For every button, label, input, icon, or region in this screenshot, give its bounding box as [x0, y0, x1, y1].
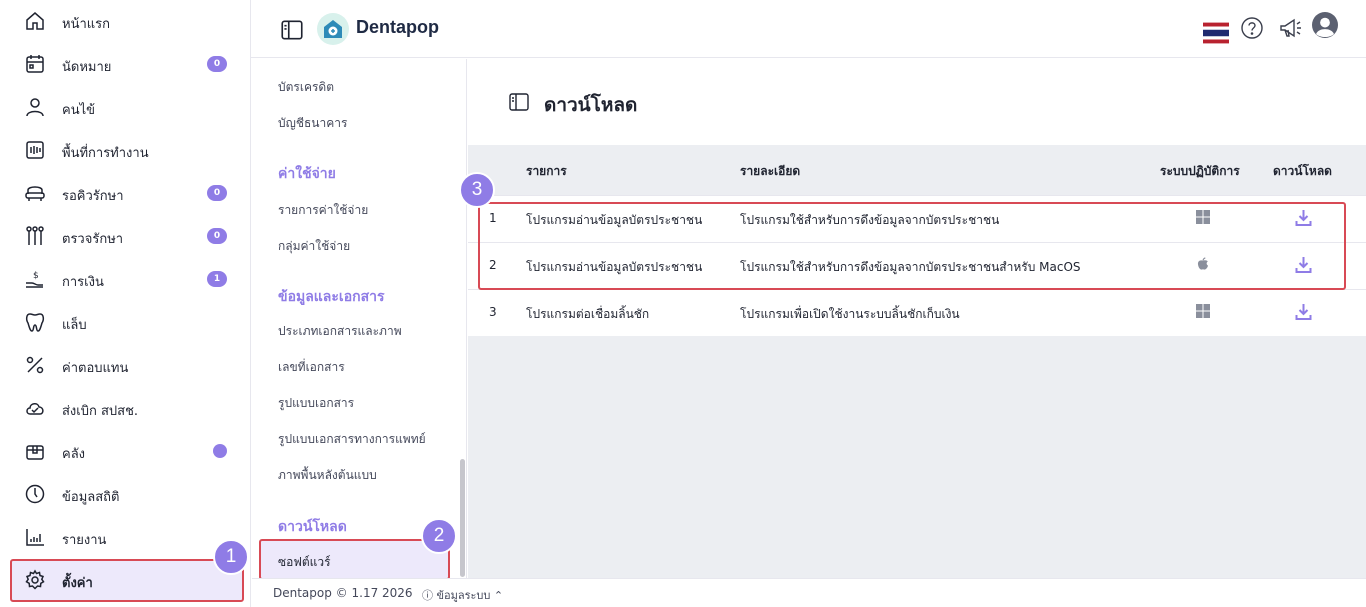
submenu-item-background-template[interactable]: ภาพพื้นหลังต้นแบบ — [278, 466, 377, 485]
top-bar: Dentapop — [251, 0, 1366, 58]
status-dot — [213, 444, 227, 458]
tooth-icon — [24, 311, 46, 333]
box-icon — [24, 440, 46, 462]
sidebar-item-queue[interactable]: รอคิวรักษา 0 — [10, 172, 244, 215]
sidebar-item-finance[interactable]: $ การเงิน 1 — [10, 258, 244, 301]
sidebar-item-nhso[interactable]: ส่งเบิก สปสช. — [10, 387, 244, 430]
sidebar-item-statistics[interactable]: ข้อมูลสถิติ — [10, 473, 244, 516]
page-title: ดาวน์โหลด — [544, 94, 638, 116]
column-header-download: ดาวน์โหลด — [1273, 164, 1332, 178]
table-row: 3 โปรแกรมต่อเชื่อมลิ้นชัก โปรแกรมเพื่อเป… — [468, 289, 1366, 336]
main-header: ดาวน์โหลด — [468, 59, 1366, 145]
sidebar-item-patients[interactable]: คนไข้ — [10, 86, 244, 129]
dental-chair-icon — [24, 182, 46, 204]
cloud-check-icon — [24, 397, 46, 419]
sidebar-item-label: คนไข้ — [62, 103, 96, 118]
sidebar-item-commission[interactable]: ค่าตอบแทน — [10, 344, 244, 387]
count-badge: 1 — [207, 271, 227, 287]
sidebar: หน้าแรก นัดหมาย 0 คนไข้ พื้นที่การทำงาน … — [0, 0, 251, 607]
sidebar-item-inventory[interactable]: คลัง — [10, 430, 244, 473]
table-header: รายการ รายละเอียด ระบบปฏิบัติการ ดาวน์โห… — [468, 145, 1366, 195]
submenu-section-download: ดาวน์โหลด — [278, 519, 347, 535]
sidebar-item-label: รอคิวรักษา — [62, 189, 124, 204]
workspace-icon — [24, 139, 46, 161]
submenu-section-expenses: ค่าใช้จ่าย — [278, 166, 336, 182]
footer: Dentapop © 1.17 2026 ⓘ ข้อมูลระบบ ⌃ — [252, 578, 1366, 607]
help-icon[interactable] — [1239, 15, 1265, 41]
sidebar-item-reports[interactable]: รายงาน — [10, 516, 244, 559]
sidebar-item-label: ข้อมูลสถิติ — [62, 490, 120, 505]
gauge-icon — [24, 483, 46, 505]
submenu-item-document-number[interactable]: เลขที่เอกสาร — [278, 358, 345, 377]
submenu-item-label: ซอฟต์แวร์ — [278, 555, 331, 569]
sidebar-item-treatment[interactable]: ตรวจรักษา 0 — [10, 215, 244, 258]
dental-tools-icon — [24, 225, 46, 247]
settings-submenu: บัตรเครดิต บัญชีธนาคาร ค่าใช้จ่าย รายการ… — [252, 59, 467, 578]
submenu-item-bank-account[interactable]: บัญชีธนาคาร — [278, 114, 347, 133]
highlight-box — [478, 202, 1346, 290]
sidebar-item-workspace[interactable]: พื้นที่การทำงาน — [10, 129, 244, 172]
row-name: โปรแกรมต่อเชื่อมลิ้นชัก — [526, 307, 650, 321]
submenu-item-expense-list[interactable]: รายการค่าใช้จ่าย — [278, 201, 368, 220]
person-icon — [24, 96, 46, 118]
gear-icon — [24, 569, 46, 591]
sidebar-item-label: ตรวจรักษา — [62, 232, 124, 247]
sidebar-item-label: การเงิน — [62, 275, 104, 290]
sidebar-item-label: นัดหมาย — [62, 60, 112, 75]
submenu-item-credit-card[interactable]: บัตรเครดิต — [278, 78, 334, 97]
submenu-item-software[interactable]: ซอฟต์แวร์ — [259, 539, 450, 578]
windows-icon — [1196, 304, 1210, 318]
percent-icon — [24, 354, 46, 376]
submenu-item-document-format[interactable]: รูปแบบเอกสาร — [278, 394, 354, 413]
sidebar-item-settings[interactable]: ตั้งค่า — [10, 559, 244, 602]
column-header-item: รายการ — [526, 164, 567, 178]
sidebar-item-lab[interactable]: แล็บ — [10, 301, 244, 344]
copyright-text: Dentapop © 1.17 2026 — [273, 586, 413, 600]
dentapop-logo — [317, 13, 349, 45]
money-hand-icon: $ — [24, 268, 46, 290]
sidebar-item-appointments[interactable]: นัดหมาย 0 — [10, 43, 244, 86]
sidebar-item-label: คลัง — [62, 447, 86, 462]
sidebar-item-label: พื้นที่การทำงาน — [62, 146, 149, 161]
submenu-scrollbar[interactable] — [460, 459, 465, 577]
sidebar-item-label: ตั้งค่า — [62, 576, 93, 591]
count-badge: 0 — [207, 185, 227, 201]
sidebar-item-label: ส่งเบิก สปสช. — [62, 404, 139, 419]
submenu-item-medical-document-format[interactable]: รูปแบบเอกสารทางการแพทย์ — [278, 430, 426, 449]
submenu-item-expense-group[interactable]: กลุ่มค่าใช้จ่าย — [278, 237, 350, 256]
column-header-os: ระบบปฏิบัติการ — [1160, 164, 1240, 178]
thai-flag-icon[interactable] — [1203, 20, 1229, 44]
sidebar-item-label: ค่าตอบแทน — [62, 361, 129, 376]
calendar-icon — [24, 53, 46, 75]
step-marker: 3 — [459, 172, 495, 208]
step-marker: 1 — [213, 539, 249, 575]
submenu-section-documents: ข้อมูลและเอกสาร — [278, 289, 385, 305]
system-info-link[interactable]: ⓘ ข้อมูลระบบ ⌃ — [422, 586, 503, 604]
count-badge: 0 — [207, 56, 227, 72]
row-detail: โปรแกรมเพื่อเปิดใช้งานระบบลิ้นชักเก็บเงิ… — [740, 307, 960, 321]
step-marker: 2 — [421, 518, 457, 554]
svg-text:$: $ — [33, 271, 39, 281]
sidebar-item-label: รายงาน — [62, 533, 107, 548]
sidebar-item-label: แล็บ — [62, 318, 87, 333]
row-number: 3 — [489, 305, 497, 319]
avatar[interactable] — [1312, 12, 1344, 44]
announcement-icon[interactable] — [1277, 15, 1303, 41]
sidebar-item-label: หน้าแรก — [62, 17, 110, 32]
panel-icon[interactable] — [508, 91, 530, 113]
main-content: ดาวน์โหลด รายการ รายละเอียด ระบบปฏิบัติก… — [468, 59, 1366, 578]
app-name: Dentapop — [356, 17, 439, 37]
bar-chart-icon — [24, 526, 46, 548]
column-header-detail: รายละเอียด — [740, 164, 801, 178]
sidebar-toggle-icon[interactable] — [279, 17, 303, 41]
home-icon — [24, 10, 46, 32]
count-badge: 0 — [207, 228, 227, 244]
download-icon[interactable] — [1295, 303, 1312, 321]
submenu-item-document-types[interactable]: ประเภทเอกสารและภาพ — [278, 322, 402, 341]
sidebar-item-home[interactable]: หน้าแรก — [10, 0, 244, 43]
